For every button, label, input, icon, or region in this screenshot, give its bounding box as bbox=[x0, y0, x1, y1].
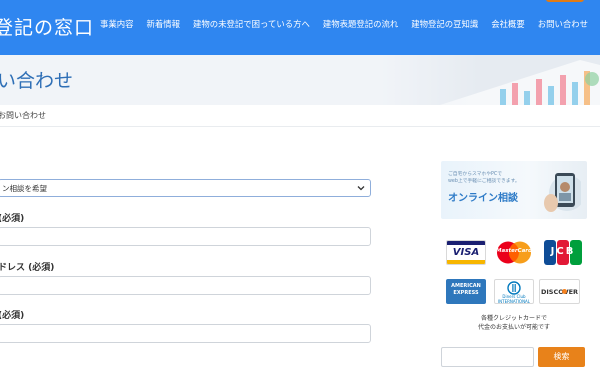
nav-item-contact[interactable]: お問い合わせ bbox=[538, 18, 588, 30]
nav-item-services[interactable]: 事業内容 bbox=[100, 18, 134, 30]
mastercard-logo: MasterCard bbox=[494, 240, 534, 265]
credit-card-caption-line1: 各種クレジットカードで bbox=[480, 315, 547, 322]
credit-card-caption: 各種クレジットカードで 代金のお支払いが可能です bbox=[441, 314, 587, 332]
visa-card-logo: VISA bbox=[446, 240, 486, 265]
nav-item-unregistered[interactable]: 建物の未登記で困っている方へ bbox=[193, 18, 310, 30]
online-consultation-banner[interactable]: ご自宅からスマホやPCで web上で手軽にご相談できます。 オンライン相談 bbox=[441, 161, 587, 219]
select-current-value: ン相談を希望 bbox=[2, 184, 47, 193]
nav-item-registration-flow[interactable]: 建物表題登記の流れ bbox=[323, 18, 398, 30]
page-title: い合わせ bbox=[0, 70, 74, 92]
page-title-band: い合わせ bbox=[0, 55, 600, 105]
phone-field-label: (必須) bbox=[0, 311, 25, 321]
decorative-chart-image bbox=[380, 55, 600, 105]
nav-item-company[interactable]: 会社概要 bbox=[491, 18, 525, 30]
jcb-card-logo: JCB bbox=[543, 240, 583, 265]
banner-subtext: ご自宅からスマホやPCで web上で手軽にご相談できます。 bbox=[448, 171, 520, 185]
name-field-label: (必須) bbox=[0, 214, 25, 224]
consultation-type-select[interactable]: ン相談を希望 bbox=[0, 179, 371, 197]
site-logo-title[interactable]: 登記の窓口 bbox=[0, 13, 94, 40]
breadcrumb-divider bbox=[0, 126, 600, 127]
diners-club-logo: Diners Club INTERNATIONAL bbox=[494, 279, 534, 304]
phone-field[interactable] bbox=[0, 324, 371, 343]
email-field-label: ドレス (必須) bbox=[0, 263, 55, 273]
nav-item-news[interactable]: 新着情報 bbox=[147, 18, 181, 30]
search-input[interactable] bbox=[441, 347, 534, 367]
main-nav: 事業内容 新着情報 建物の未登記で困っている方へ 建物表題登記の流れ 建物登記の… bbox=[100, 18, 588, 30]
page-root: 登記の窓口 事業内容 新着情報 建物の未登記で困っている方へ 建物表題登記の流れ… bbox=[0, 0, 600, 371]
nav-item-tips[interactable]: 建物登記の豆知識 bbox=[411, 18, 478, 30]
american-express-logo: AMERICAN EXPRESS bbox=[446, 279, 486, 304]
site-header: 登記の窓口 事業内容 新着情報 建物の未登記で困っている方へ 建物表題登記の流れ… bbox=[0, 0, 600, 55]
name-field[interactable] bbox=[0, 227, 371, 246]
banner-subtext-line2: web上で手軽にご相談できます。 bbox=[448, 179, 520, 184]
smartphone-illustration bbox=[544, 173, 581, 212]
banner-subtext-line1: ご自宅からスマホやPCで bbox=[448, 172, 503, 177]
search-button[interactable]: 検索 bbox=[538, 347, 585, 367]
email-field[interactable] bbox=[0, 276, 371, 295]
banner-title: オンライン相談 bbox=[448, 193, 518, 204]
breadcrumb[interactable]: お問い合わせ bbox=[0, 110, 46, 121]
credit-card-caption-line2: 代金のお支払いが可能です bbox=[477, 324, 550, 331]
header-accent-tab bbox=[546, 0, 584, 2]
chevron-down-icon bbox=[357, 186, 365, 191]
discover-card-logo: DISCOVER bbox=[539, 279, 580, 304]
